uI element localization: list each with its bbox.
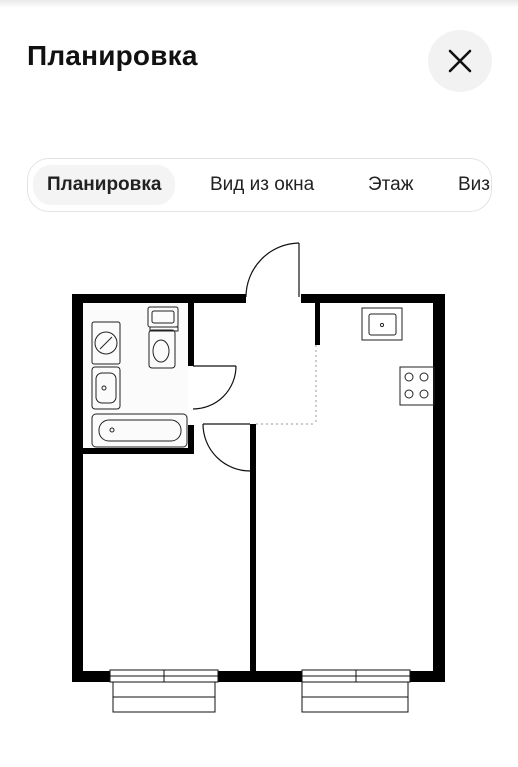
window-left — [109, 669, 219, 683]
tab-window-view[interactable]: Вид из окна — [210, 165, 314, 205]
close-icon — [448, 49, 472, 73]
bathroom-door — [192, 365, 237, 410]
tab-visualization[interactable]: Виз — [458, 165, 490, 205]
floor-plan — [72, 242, 445, 713]
entrance-door — [245, 242, 300, 298]
balcony-right — [301, 681, 409, 713]
bedroom-door — [202, 423, 251, 472]
page-title: Планировка — [27, 40, 198, 71]
tab-bar: Планировка Вид из окна Этаж Виз — [27, 158, 492, 212]
kitchen-fixtures — [361, 307, 435, 406]
tab-layout[interactable]: Планировка — [33, 165, 176, 205]
kitchen-zone — [256, 345, 317, 425]
window-right — [301, 669, 411, 683]
bathroom-fixtures — [83, 303, 188, 448]
top-edge — [0, 0, 518, 8]
balcony-left — [112, 681, 216, 713]
tab-floor[interactable]: Этаж — [368, 165, 413, 205]
close-button[interactable] — [428, 30, 492, 92]
